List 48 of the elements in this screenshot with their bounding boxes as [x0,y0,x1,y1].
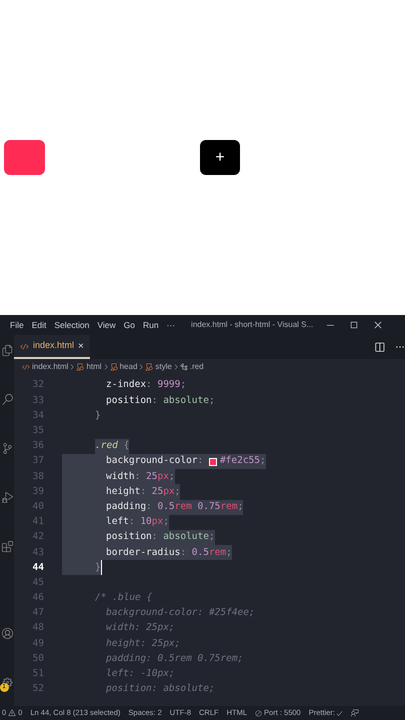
line-number: 48 [32,621,45,636]
line-number: 34 [32,408,45,423]
line-number: 32 [32,378,45,392]
line-number: 39 [32,484,45,499]
menu-item[interactable]: Run [142,318,159,332]
add-button[interactable]: + [200,140,240,175]
breadcrumb-item[interactable]: style [155,361,172,373]
line-number: 44 [32,560,45,575]
code-line: position: absolute; [105,394,215,408]
breadcrumb-item[interactable]: .red [190,361,204,373]
menu-item[interactable]: Go [124,318,135,332]
code-line: position: absolute; [105,682,215,696]
code-line: height: 25px; [105,636,180,651]
code-line: z-index: 9999; [105,378,186,392]
code-line: width: 25px; [105,621,175,636]
line-number: 41 [32,515,45,530]
window-title: index.html - short-html - Visual S... [191,319,314,331]
tab-label: index.html [33,339,74,352]
line-number: 51 [32,667,45,682]
code-line: /* .blue { [95,591,152,606]
line-number: 36 [32,439,45,454]
line-number: 33 [32,394,45,408]
line-number: 45 [32,576,45,590]
menu-item[interactable]: Selection [54,318,90,332]
line-number: 49 [32,636,45,651]
menu-item[interactable]: ··· [166,318,176,332]
line-number: 35 [32,424,45,438]
code-line: background-color: #25f4ee; [105,606,255,620]
line-number: 50 [32,652,45,666]
code-line: left: -10px; [105,667,175,682]
code-line: } [94,408,101,423]
tab-close[interactable]: × [78,338,84,354]
menu-item[interactable]: Edit [32,318,46,332]
menu-item[interactable]: File [10,318,24,332]
line-number: 37 [32,454,45,468]
breadcrumb-item[interactable]: head [120,361,138,373]
breadcrumb-item[interactable]: html [86,361,102,373]
line-number: 47 [32,606,45,620]
code-line: padding: 0.5rem 0.75rem; [105,652,244,666]
line-number: 52 [32,682,45,696]
line-number: 46 [32,591,45,606]
line-number: 43 [32,546,45,560]
line-number: 40 [32,500,45,514]
editor-tab[interactable]: index.html × [14,335,90,359]
breadcrumb-item[interactable]: index.html [32,361,68,373]
menu-item[interactable]: View [97,318,116,332]
line-number: 42 [32,530,45,544]
line-number: 38 [32,470,45,484]
